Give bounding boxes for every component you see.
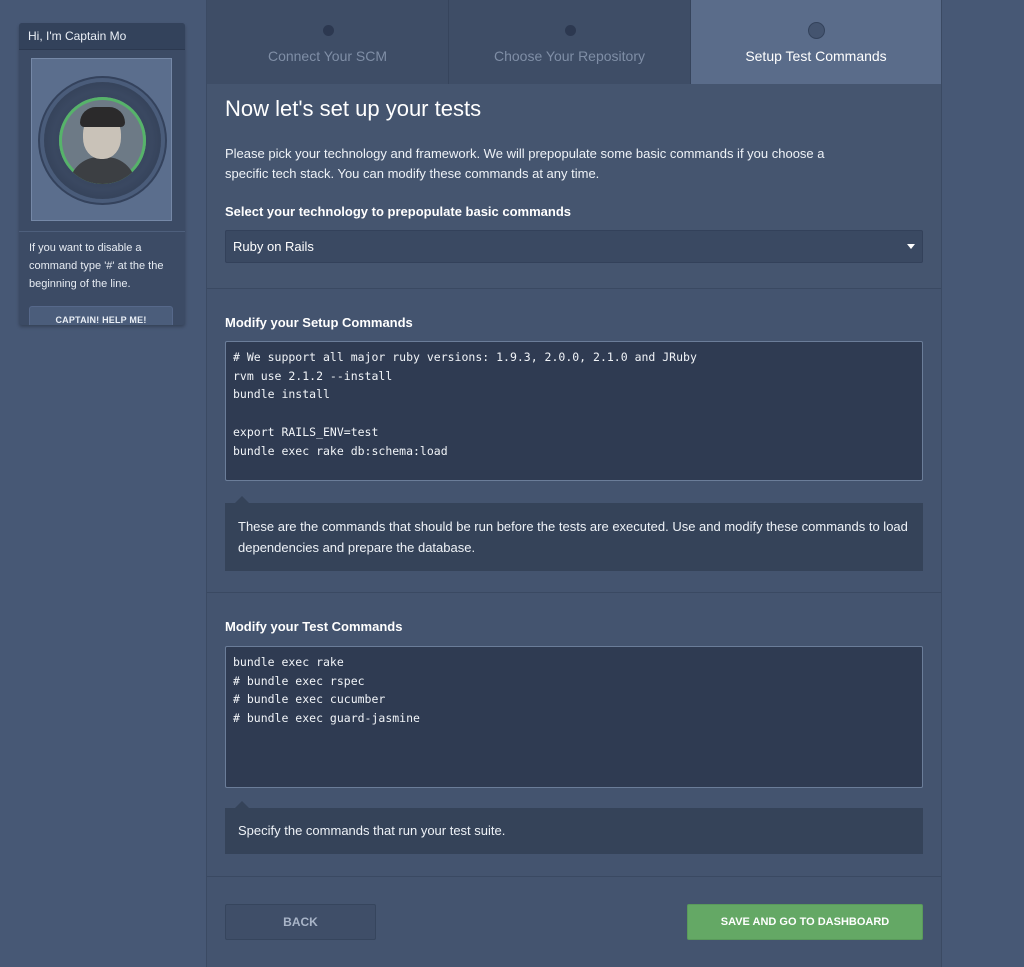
step-dot-icon — [323, 25, 334, 36]
test-commands-section: Modify your Test Commands bundle exec ra… — [207, 594, 941, 877]
setup-commands-section: Modify your Setup Commands # We support … — [207, 290, 941, 593]
technology-select-value: Ruby on Rails — [233, 239, 314, 254]
test-commands-label: Modify your Test Commands — [225, 619, 403, 634]
captain-tip: If you want to disable a command type '#… — [29, 242, 164, 290]
avatar-hair — [80, 107, 125, 127]
setup-commands-textarea[interactable]: # We support all major ruby versions: 1.… — [225, 341, 923, 481]
captain-card: Hi, I'm Captain Mo If you want to disabl… — [19, 23, 185, 325]
technology-select[interactable]: Ruby on Rails — [225, 230, 923, 263]
step-setup-test-commands[interactable]: Setup Test Commands — [691, 0, 941, 84]
setup-panel: Connect Your SCM Choose Your Repository … — [206, 0, 942, 967]
footer-actions: BACK SAVE AND GO TO DASHBOARD — [207, 878, 941, 967]
test-commands-textarea[interactable]: bundle exec rake # bundle exec rspec # b… — [225, 646, 923, 788]
captain-help-button[interactable]: CAPTAIN! HELP ME! — [29, 306, 173, 325]
setup-commands-label: Modify your Setup Commands — [225, 315, 413, 330]
step-label: Setup Test Commands — [745, 48, 887, 64]
avatar-body — [69, 157, 136, 184]
caret-down-icon — [907, 244, 915, 249]
back-button[interactable]: BACK — [225, 904, 376, 940]
intro-text: Please pick your technology and framewor… — [225, 146, 825, 181]
step-label: Connect Your SCM — [267, 48, 388, 64]
wizard-steps: Connect Your SCM Choose Your Repository … — [207, 0, 941, 84]
step-dot-icon — [808, 22, 825, 39]
avatar-ring — [44, 82, 161, 199]
captain-greeting: Hi, I'm Captain Mo — [19, 23, 185, 50]
avatar — [59, 97, 146, 184]
step-label: Choose Your Repository — [494, 48, 645, 64]
technology-label: Select your technology to prepopulate ba… — [225, 204, 572, 219]
step-choose-repository[interactable]: Choose Your Repository — [449, 0, 691, 84]
technology-section: Now let's set up your tests Please pick … — [207, 84, 941, 289]
step-dot-icon — [565, 25, 576, 36]
test-commands-hint: Specify the commands that run your test … — [225, 801, 923, 854]
save-and-go-to-dashboard-button[interactable]: SAVE AND GO TO DASHBOARD — [687, 904, 923, 940]
step-connect-scm[interactable]: Connect Your SCM — [207, 0, 449, 84]
captain-divider — [19, 231, 185, 232]
page-title: Now let's set up your tests — [225, 96, 482, 121]
avatar-frame — [31, 58, 172, 221]
setup-commands-hint: These are the commands that should be ru… — [225, 496, 923, 571]
